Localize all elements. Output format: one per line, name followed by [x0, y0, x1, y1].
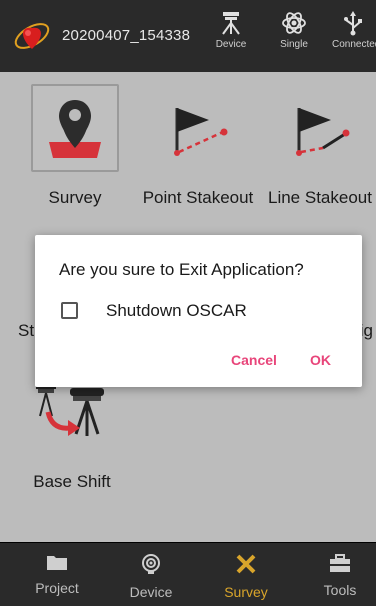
- tile-base-shift-label: Base Shift: [33, 472, 111, 491]
- folder-icon: [47, 556, 67, 570]
- nav-tab-survey[interactable]: Survey: [206, 553, 286, 600]
- point-stakeout-icon: [174, 108, 228, 156]
- tile-survey-label: Survey: [48, 188, 102, 207]
- topbar-device-button[interactable]: Device: [203, 10, 259, 62]
- line-stakeout-icon: [296, 108, 350, 156]
- top-app-bar: 20200407_154338 Device Single Connected: [0, 0, 376, 72]
- survey-tools-icon: [236, 554, 256, 574]
- app-logo-icon[interactable]: [12, 16, 52, 56]
- usb-icon: [344, 11, 362, 36]
- topbar-solution-label: Single: [280, 39, 308, 50]
- tile-point-stakeout[interactable]: Point Stakeout: [136, 84, 260, 208]
- topbar-connection-button[interactable]: Connected: [326, 10, 376, 62]
- base-shift-icon: [36, 384, 104, 436]
- nav-device-label: Device: [129, 584, 173, 600]
- nav-tab-device[interactable]: Device: [111, 553, 191, 600]
- toolbox-icon: [330, 554, 350, 572]
- bottom-navigation: Project Device Survey Tools: [0, 543, 376, 606]
- nav-tab-tools[interactable]: Tools: [300, 553, 376, 598]
- ok-button[interactable]: OK: [310, 352, 331, 368]
- nav-tools-label: Tools: [323, 582, 357, 598]
- tile-point-stakeout-label: Point Stakeout: [142, 188, 254, 207]
- cancel-button[interactable]: Cancel: [231, 352, 277, 368]
- satellite-icon: [282, 12, 306, 34]
- project-name: 20200407_154338: [62, 27, 191, 44]
- device-icon: [142, 554, 160, 574]
- dialog-title: Are you sure to Exit Application?: [59, 260, 304, 279]
- topbar-solution-button[interactable]: Single: [266, 10, 322, 62]
- nav-survey-label: Survey: [224, 584, 268, 600]
- nav-project-label: Project: [35, 580, 79, 596]
- topbar-device-label: Device: [215, 39, 247, 50]
- tile-base-shift[interactable]: Base Shift: [26, 378, 118, 492]
- exit-confirm-dialog: Are you sure to Exit Application? Shutdo…: [35, 235, 362, 387]
- tile-line-stakeout-label: Line Stakeout: [268, 188, 372, 207]
- nav-tab-project[interactable]: Project: [17, 553, 97, 596]
- gnss-receiver-icon: [222, 12, 240, 35]
- topbar-connection-label: Connected: [332, 39, 376, 50]
- tile-survey[interactable]: Survey: [27, 84, 123, 208]
- shutdown-checkbox[interactable]: [61, 302, 78, 319]
- tile-line-stakeout[interactable]: Line Stakeout: [268, 84, 376, 208]
- tile-partial-left-label: St: [18, 321, 35, 340]
- map-pin-icon: [49, 100, 101, 158]
- shutdown-checkbox-label[interactable]: Shutdown OSCAR: [106, 301, 247, 321]
